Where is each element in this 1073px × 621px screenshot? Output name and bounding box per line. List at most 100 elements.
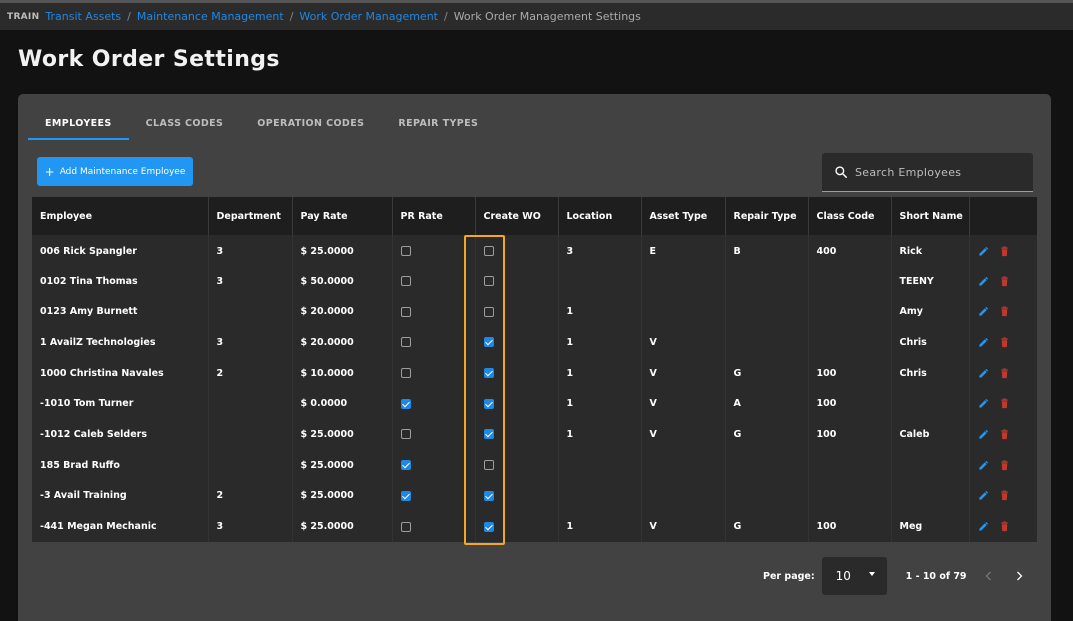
create-wo-checkbox[interactable] bbox=[483, 276, 494, 287]
edit-icon[interactable] bbox=[978, 306, 989, 317]
cell-department bbox=[208, 388, 293, 420]
create-wo-checkbox[interactable] bbox=[483, 337, 494, 348]
tab-class-codes[interactable]: CLASS CODES bbox=[129, 108, 241, 140]
create-wo-checkbox[interactable] bbox=[483, 306, 494, 317]
delete-icon[interactable] bbox=[999, 521, 1010, 532]
pr-rate-checkbox[interactable] bbox=[400, 490, 411, 501]
pr-rate-checkbox[interactable] bbox=[400, 276, 411, 287]
delete-icon[interactable] bbox=[999, 306, 1010, 317]
cell-department bbox=[208, 449, 293, 481]
cell-location: 1 bbox=[558, 419, 642, 450]
cell-employee: 185 Brad Ruffo bbox=[32, 449, 209, 481]
table-row: 1000 Christina Navales 2 $ 10.0000 1 V G 100 Ch… bbox=[32, 357, 1037, 389]
create-wo-checkbox[interactable] bbox=[483, 460, 494, 471]
create-wo-checkbox[interactable] bbox=[483, 398, 494, 409]
edit-icon[interactable] bbox=[978, 276, 989, 287]
column-header-short-name[interactable]: Short Name bbox=[891, 197, 970, 235]
create-wo-checkbox[interactable] bbox=[483, 368, 494, 379]
cell-department bbox=[208, 296, 293, 328]
column-header-department[interactable]: Department bbox=[208, 197, 293, 235]
cell-pay-rate: $ 25.0000 bbox=[292, 419, 393, 450]
cell-asset-type bbox=[641, 480, 726, 512]
edit-icon[interactable] bbox=[978, 460, 989, 471]
breadcrumb-separator: / bbox=[443, 10, 448, 23]
page-title: Work Order Settings bbox=[18, 47, 280, 72]
pr-rate-checkbox[interactable] bbox=[400, 398, 411, 409]
cell-repair-type: B bbox=[725, 235, 809, 266]
breadcrumb-separator: / bbox=[289, 10, 294, 23]
edit-icon[interactable] bbox=[978, 490, 989, 501]
edit-icon[interactable] bbox=[978, 368, 989, 379]
edit-icon[interactable] bbox=[978, 337, 989, 348]
delete-icon[interactable] bbox=[999, 490, 1010, 501]
cell-pr-rate bbox=[392, 480, 476, 512]
cell-location: 1 bbox=[558, 357, 642, 389]
tab-operation-codes[interactable]: OPERATION CODES bbox=[240, 108, 381, 140]
delete-icon[interactable] bbox=[999, 337, 1010, 348]
delete-icon[interactable] bbox=[999, 460, 1010, 471]
pr-rate-checkbox[interactable] bbox=[400, 460, 411, 471]
cell-pr-rate bbox=[392, 296, 476, 328]
add-maintenance-employee-button[interactable]: + Add Maintenance Employee bbox=[37, 157, 193, 186]
column-header-asset-type[interactable]: Asset Type bbox=[641, 197, 726, 235]
create-wo-checkbox[interactable] bbox=[483, 490, 494, 501]
pr-rate-checkbox[interactable] bbox=[400, 429, 411, 440]
edit-icon[interactable] bbox=[978, 398, 989, 409]
delete-icon[interactable] bbox=[999, 368, 1010, 379]
cell-department: 3 bbox=[208, 327, 293, 358]
cell-department bbox=[208, 419, 293, 450]
create-wo-checkbox[interactable] bbox=[483, 246, 494, 257]
cell-location bbox=[558, 480, 642, 512]
delete-icon[interactable] bbox=[999, 429, 1010, 440]
column-header-employee[interactable]: Employee bbox=[32, 197, 209, 235]
breadcrumb-link-work-order-management[interactable]: Work Order Management bbox=[299, 10, 438, 23]
cell-repair-type bbox=[725, 265, 809, 297]
cell-employee: -1012 Caleb Selders bbox=[32, 419, 209, 450]
cell-employee: -3 Avail Training bbox=[32, 480, 209, 512]
pr-rate-checkbox[interactable] bbox=[400, 246, 411, 257]
column-header-pr-rate[interactable]: PR Rate bbox=[392, 197, 476, 235]
delete-icon[interactable] bbox=[999, 275, 1010, 287]
tab-repair-types[interactable]: REPAIR TYPES bbox=[381, 108, 495, 140]
cell-asset-type: E bbox=[641, 235, 726, 266]
column-header-class-code[interactable]: Class Code bbox=[808, 197, 892, 235]
cell-pay-rate: $ 10.0000 bbox=[292, 357, 393, 389]
cell-employee: 1 AvailZ Technologies bbox=[32, 327, 209, 358]
edit-icon[interactable] bbox=[978, 429, 989, 440]
create-wo-checkbox[interactable] bbox=[483, 429, 494, 440]
column-header-location[interactable]: Location bbox=[558, 197, 642, 235]
cell-pr-rate bbox=[392, 357, 476, 389]
delete-icon[interactable] bbox=[999, 246, 1010, 257]
pr-rate-checkbox[interactable] bbox=[400, 337, 411, 348]
cell-repair-type bbox=[725, 327, 809, 358]
cell-create-wo bbox=[475, 357, 559, 389]
cell-employee: -1010 Tom Turner bbox=[32, 388, 209, 420]
breadcrumb-link-maintenance-management[interactable]: Maintenance Management bbox=[137, 10, 284, 23]
cell-asset-type: V bbox=[641, 357, 726, 389]
breadcrumb-link-transit-assets[interactable]: Transit Assets bbox=[45, 10, 121, 23]
edit-icon[interactable] bbox=[978, 246, 989, 257]
cell-class-code: 400 bbox=[808, 235, 892, 266]
cell-create-wo bbox=[475, 511, 559, 542]
cell-class-code bbox=[808, 265, 892, 297]
cell-location: 1 bbox=[558, 388, 642, 420]
table-row: -3 Avail Training 2 $ 25.0000 bbox=[32, 480, 1037, 512]
column-header-repair-type[interactable]: Repair Type bbox=[725, 197, 809, 235]
previous-page-button[interactable] bbox=[981, 568, 997, 584]
environment-badge: TRAIN bbox=[7, 11, 40, 22]
pr-rate-checkbox[interactable] bbox=[400, 368, 411, 379]
search-input[interactable] bbox=[855, 165, 1015, 179]
next-page-button[interactable] bbox=[1011, 568, 1027, 584]
cell-pay-rate: $ 20.0000 bbox=[292, 327, 393, 358]
create-wo-checkbox[interactable] bbox=[483, 521, 494, 532]
column-header-create-wo[interactable]: Create WO bbox=[475, 197, 559, 235]
per-page-select[interactable]: 10 bbox=[821, 557, 887, 595]
delete-icon[interactable] bbox=[999, 398, 1010, 409]
pr-rate-checkbox[interactable] bbox=[400, 306, 411, 317]
pr-rate-checkbox[interactable] bbox=[400, 521, 411, 532]
search-box[interactable] bbox=[822, 153, 1033, 192]
cell-class-code bbox=[808, 480, 892, 512]
edit-icon[interactable] bbox=[978, 521, 989, 532]
tab-employees[interactable]: EMPLOYEES bbox=[28, 108, 129, 140]
column-header-pay-rate[interactable]: Pay Rate bbox=[292, 197, 393, 235]
